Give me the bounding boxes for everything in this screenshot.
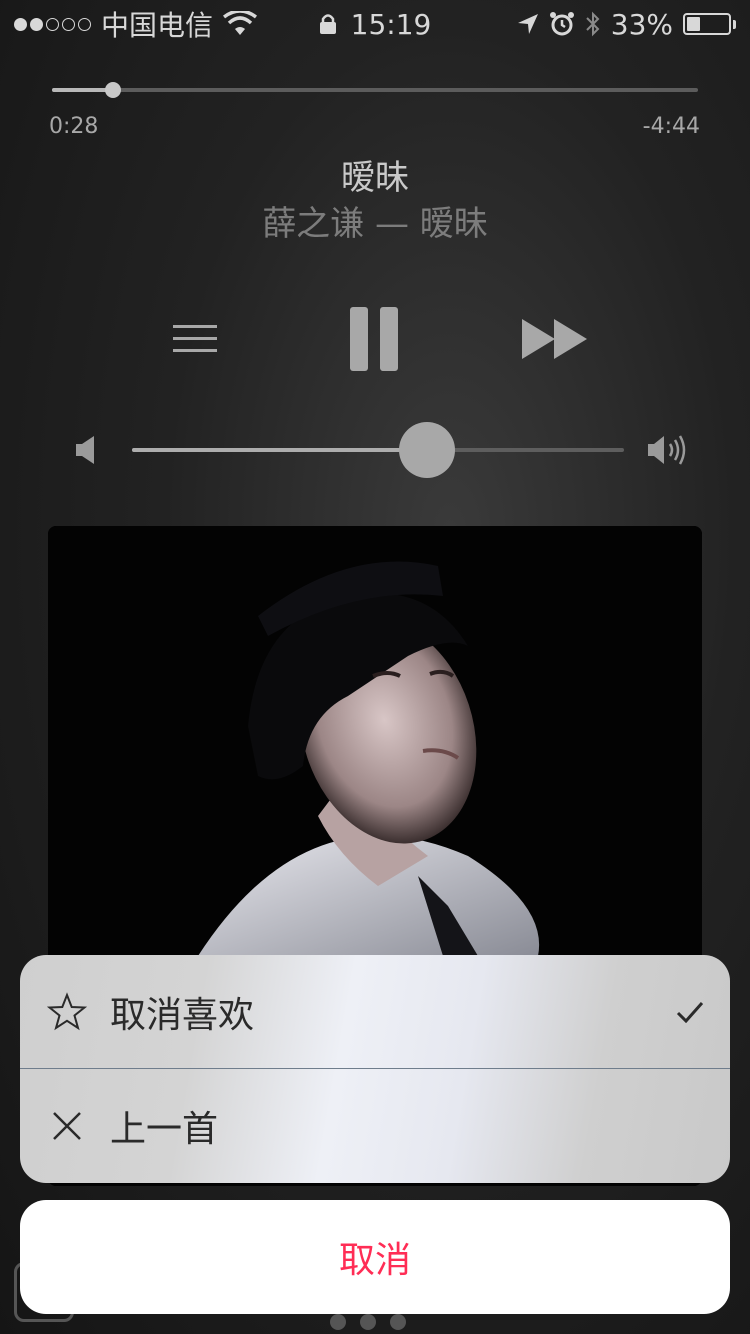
pause-icon [350,307,398,371]
cancel-button[interactable]: 取消 [20,1200,730,1314]
pause-button[interactable] [340,300,410,378]
progress-knob[interactable] [105,82,122,98]
lock-icon [319,14,336,34]
volume-slider[interactable] [132,422,624,478]
location-icon [517,14,538,34]
battery-icon [683,13,736,35]
signal-strength-icon [14,17,91,31]
page-indicator [330,1314,406,1330]
playback-controls [0,300,750,380]
action-previous-track[interactable]: 上一首 [20,1069,730,1183]
checkmark-icon [650,1001,730,1023]
song-artist-album: 薛之谦 — 暧昧 [262,204,488,244]
playback-progress-bar[interactable] [52,82,698,98]
action-label: 取消喜欢 [110,994,255,1036]
bluetooth-icon [586,11,600,37]
volume-fill [132,448,428,452]
elapsed-time: 0:28 [49,114,99,139]
status-left: 中国电信 [14,4,258,44]
fast-forward-icon [522,319,587,359]
action-label: 上一首 [110,1109,219,1150]
list-icon [173,325,217,352]
star-icon [20,991,110,1032]
wifi-icon [223,11,258,35]
volume-low-icon [76,436,94,464]
clock: 15:19 [350,7,432,41]
action-sheet: 取消喜欢 上一首 [20,955,730,1183]
progress-fill [52,88,114,92]
battery-percent: 33% [610,7,673,41]
cancel-label: 取消 [338,1240,411,1281]
song-title: 暧昧 [341,158,409,198]
volume-high-icon [648,435,686,465]
carrier-name: 中国电信 [101,9,214,42]
remaining-time: -4:44 [642,114,700,139]
list-button[interactable] [165,300,225,378]
alarm-icon [549,12,574,36]
volume-knob[interactable] [399,422,456,478]
next-track-button[interactable] [515,300,595,378]
status-right: 33% [517,8,736,41]
close-icon [20,1110,110,1142]
action-unlike[interactable]: 取消喜欢 [20,955,730,1069]
status-bar: 中国电信 15:19 33% [0,0,750,48]
